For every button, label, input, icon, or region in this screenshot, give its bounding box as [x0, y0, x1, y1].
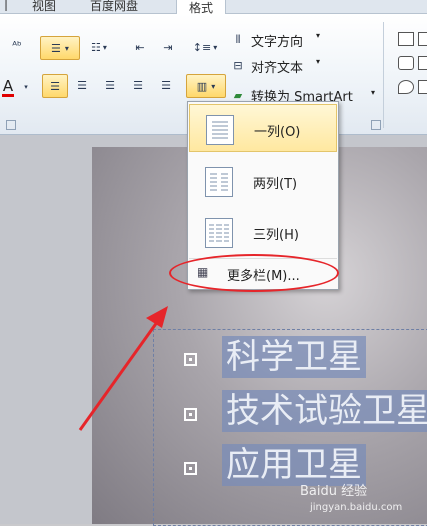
watermark-url: jingyan.baidu.com: [310, 502, 403, 513]
menu-item-three-columns[interactable]: 三列(H): [189, 208, 337, 256]
arrow-shaft: [78, 317, 162, 431]
one-column-icon: [206, 115, 234, 145]
menu-item-label: 一列(O): [254, 125, 301, 140]
watermark: Baidu 经验 jingyan.baidu.com: [300, 480, 402, 514]
menu-item-label: 三列(H): [253, 228, 299, 243]
menu-item-one-column[interactable]: 一列(O): [189, 104, 337, 152]
menu-item-label: 两列(T): [253, 177, 298, 192]
annotation-oval: [169, 254, 339, 292]
menu-item-two-columns[interactable]: 两列(T): [189, 157, 337, 205]
three-columns-icon: [205, 218, 233, 248]
arrow-head: [146, 306, 168, 328]
watermark-brand: Baidu 经验: [300, 484, 368, 499]
two-columns-icon: [205, 167, 233, 197]
